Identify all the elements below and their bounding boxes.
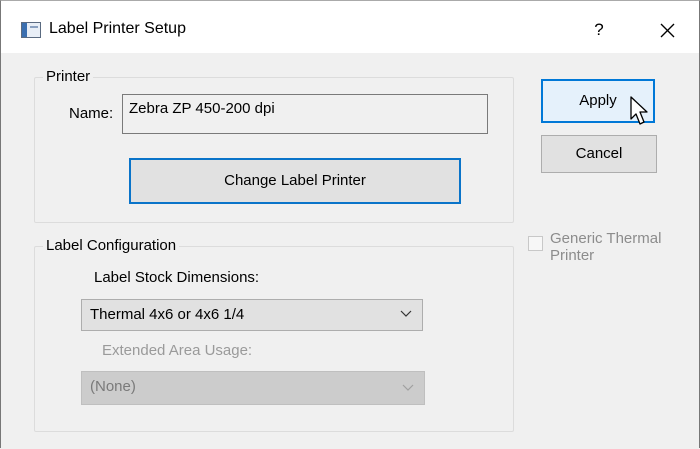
help-button[interactable]: ? — [581, 13, 617, 47]
dialog-window: Label Printer Setup ? Printer Name: Zebr… — [0, 0, 700, 448]
generic-thermal-checkbox[interactable] — [528, 236, 543, 251]
label-stock-dimensions-label: Label Stock Dimensions: — [94, 269, 260, 286]
label-configuration-group-label: Label Configuration — [43, 237, 180, 254]
generic-thermal-label: Generic Thermal Printer — [550, 230, 662, 264]
label-stock-dimensions-value: Thermal 4x6 or 4x6 1/4 — [90, 306, 245, 323]
printer-name-label: Name: — [69, 105, 114, 122]
chevron-down-icon — [402, 384, 414, 391]
close-button[interactable] — [647, 13, 687, 47]
title-bar[interactable]: Label Printer Setup ? — [1, 1, 699, 53]
app-window-icon — [21, 22, 41, 38]
printer-name-field: Zebra ZP 450-200 dpi — [122, 94, 488, 134]
printer-group-label: Printer — [43, 68, 94, 85]
close-icon — [660, 23, 675, 38]
change-label-printer-button[interactable]: Change Label Printer — [129, 158, 461, 204]
window-title: Label Printer Setup — [49, 20, 186, 37]
extended-area-usage-label: Extended Area Usage: — [102, 342, 253, 359]
cancel-button[interactable]: Cancel — [541, 135, 657, 173]
label-stock-dimensions-select[interactable]: Thermal 4x6 or 4x6 1/4 — [81, 299, 423, 331]
mouse-pointer-icon — [630, 96, 648, 125]
extended-area-usage-value: (None) — [90, 378, 136, 395]
chevron-down-icon — [400, 310, 412, 317]
extended-area-usage-select[interactable]: (None) — [81, 371, 425, 405]
